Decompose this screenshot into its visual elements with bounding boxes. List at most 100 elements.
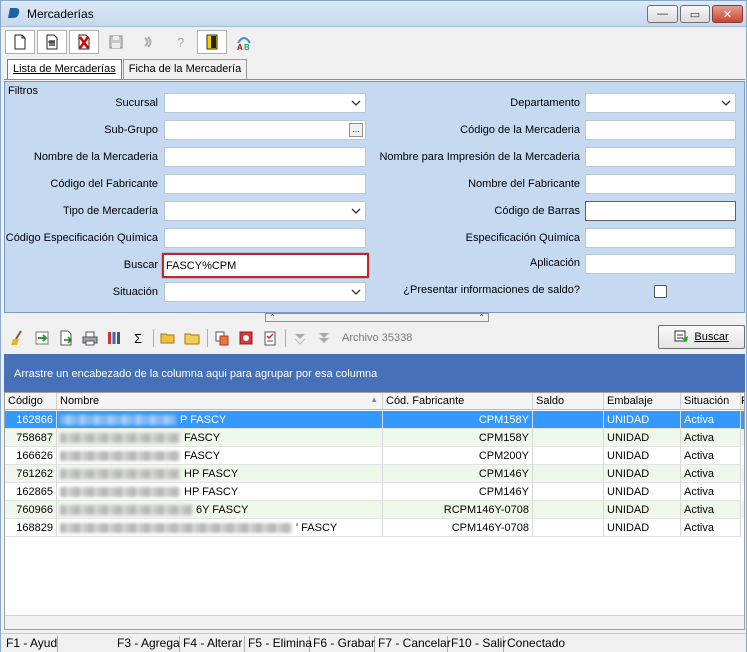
table-row[interactable]: 162866 P FASCY CPM158Y UNIDAD Activa <box>5 411 744 429</box>
column-header-saldo[interactable]: Saldo <box>533 393 604 410</box>
subgrupo-label: Sub-Grupo <box>104 124 158 136</box>
horizontal-scrollbar[interactable] <box>5 615 744 629</box>
main-toolbar: ? AB <box>5 30 259 56</box>
aplicacion-input[interactable] <box>585 254 736 274</box>
codigo-mercaderia-input[interactable] <box>585 120 736 140</box>
column-header-situacion[interactable]: Situación <box>681 393 741 410</box>
codigo-fabricante-input[interactable] <box>164 174 366 194</box>
export-green-icon[interactable] <box>32 328 52 348</box>
save-button[interactable] <box>101 30 131 54</box>
buscar-button[interactable]: Buscar <box>658 325 745 349</box>
situacion-dropdown[interactable] <box>164 282 366 302</box>
cell-codigo-text: 760966 <box>16 504 53 516</box>
maximize-button[interactable]: ▭ <box>680 5 710 23</box>
copy-icon[interactable] <box>212 328 232 348</box>
status-f1-ayuda[interactable]: F1 - Ayud <box>3 636 58 652</box>
save-disk-icon <box>109 35 123 49</box>
title-bar[interactable]: Mercaderías — ▭ ✕ <box>1 1 746 27</box>
spell-check-button[interactable]: AB <box>229 30 259 54</box>
presentar-saldo-label: ¿Presentar informaciones de saldo? <box>403 284 580 296</box>
codigo-barras-label: Código de Barras <box>494 205 580 217</box>
filters-title: Filtros <box>8 85 38 97</box>
nombre-mercaderia-label: Nombre de la Mercaderia <box>33 151 158 163</box>
sum-sigma-icon[interactable]: Σ <box>128 328 148 348</box>
status-f6-grabar[interactable]: F6 - Grabar <box>310 636 375 652</box>
nombre-mercaderia-input[interactable] <box>164 147 366 167</box>
nombre-impresion-input[interactable] <box>585 147 736 167</box>
cell-nombre-text: 6Y FASCY <box>196 504 249 516</box>
refresh-arrows-icon <box>144 36 152 48</box>
nombre-fabricante-label: Nombre del Fabricante <box>468 178 580 190</box>
cell-nombre: FASCY <box>57 447 383 465</box>
cell-fabricante-text: RCPM146Y-0708 <box>443 504 529 516</box>
status-f10-salir[interactable]: F10 - Salir <box>448 636 506 652</box>
status-f7-cancelar[interactable]: F7 - Cancelar <box>375 636 451 652</box>
export-page-icon[interactable] <box>56 328 76 348</box>
cell-saldo <box>533 429 604 447</box>
minimize-button[interactable]: — <box>647 5 678 23</box>
expand-icon[interactable] <box>314 328 334 348</box>
subgrupo-lookup-button[interactable]: ... <box>349 123 363 137</box>
cell-nombre-text: HP FASCY <box>184 468 239 480</box>
cell-codigo-text: 168829 <box>16 522 53 534</box>
minimize-icon: — <box>657 8 668 20</box>
departamento-dropdown[interactable] <box>585 93 736 113</box>
open-folder-icon[interactable] <box>158 328 178 348</box>
cell-codigo-text: 758687 <box>16 432 53 444</box>
table-row[interactable]: 162865 HP FASCY CPM146Y UNIDAD Activa <box>5 483 744 501</box>
checklist-icon[interactable] <box>260 328 280 348</box>
table-row[interactable]: 758687 FASCY CPM158Y UNIDAD Activa <box>5 429 744 447</box>
nombre-impresion-label: Nombre para Impresión de la Mercaderia <box>379 151 580 163</box>
tab-ficha-mercaderia[interactable]: Ficha de la Mercadería <box>122 59 248 79</box>
column-header-nombre[interactable]: Nombre ▲ <box>57 393 383 410</box>
column-header-embalaje[interactable]: Embalaje <box>604 393 681 410</box>
cell-embalaje-text: UNIDAD <box>607 414 650 426</box>
app-logo-icon <box>8 8 20 18</box>
nombre-fabricante-input[interactable] <box>585 174 736 194</box>
table-row[interactable]: 166626 FASCY CPM200Y UNIDAD Activa <box>5 447 744 465</box>
cell-fabricante-text: CPM158Y <box>478 414 529 426</box>
table-row[interactable]: 760966 6Y FASCY RCPM146Y-0708 UNIDAD Activa <box>5 501 744 519</box>
especificacion-quimica-input[interactable] <box>585 228 736 248</box>
status-f3-agregar[interactable]: F3 - Agrega <box>114 636 180 652</box>
help-button[interactable]: ? <box>165 30 195 54</box>
cell-fabricante-text: CPM146Y <box>478 486 529 498</box>
status-f4-alterar[interactable]: F4 - Alterar <box>180 636 245 652</box>
folder-icon[interactable] <box>182 328 202 348</box>
cell-nombre: HP FASCY <box>57 483 383 501</box>
collapse-icon[interactable] <box>290 328 310 348</box>
table-row[interactable]: 168829 ' FASCY CPM146Y-0708 UNIDAD Activa <box>5 519 744 537</box>
cell-nombre-text: FASCY <box>184 450 221 462</box>
svg-text:A: A <box>237 43 243 51</box>
column-header-f[interactable]: F <box>741 393 744 410</box>
table-row[interactable]: 761262 HP FASCY CPM146Y UNIDAD Activa <box>5 465 744 483</box>
buscar-input[interactable]: FASCY%CPM <box>162 253 369 278</box>
record-icon[interactable] <box>236 328 256 348</box>
delete-button[interactable] <box>69 30 99 54</box>
cell-situacion: Activa <box>681 465 741 483</box>
column-header-fabricante[interactable]: Cód. Fabricante <box>383 393 533 410</box>
collapse-up-icon: ⌃ <box>478 313 485 322</box>
exit-button[interactable] <box>197 30 227 54</box>
tab-lista-mercaderias[interactable]: Lista de Mercaderías <box>7 59 122 79</box>
broom-icon[interactable] <box>8 328 28 348</box>
edit-button[interactable] <box>37 30 67 54</box>
panel-splitter[interactable]: ⌃ ⌃ <box>265 313 489 322</box>
subgrupo-input[interactable]: ... <box>164 120 366 140</box>
sucursal-dropdown[interactable] <box>164 93 366 113</box>
refresh-button[interactable] <box>133 30 163 54</box>
print-icon[interactable] <box>80 328 100 348</box>
group-by-area[interactable]: Arrastre un encabezado de la columna aqu… <box>4 354 745 392</box>
close-button[interactable]: ✕ <box>712 5 743 23</box>
column-header-codigo[interactable]: Código <box>5 393 57 410</box>
presentar-saldo-checkbox[interactable] <box>654 285 667 298</box>
codigo-especificacion-quimica-input[interactable] <box>164 228 366 248</box>
codigo-barras-input[interactable] <box>585 201 736 221</box>
status-f5-eliminar[interactable]: F5 - Elimina <box>245 636 312 652</box>
new-button[interactable] <box>5 30 35 54</box>
columns-icon[interactable] <box>104 328 124 348</box>
cell-situacion: Activa <box>681 519 741 537</box>
window-title: Mercaderías <box>27 7 94 21</box>
tab-divider <box>4 79 745 80</box>
tipo-mercaderia-dropdown[interactable] <box>164 201 366 221</box>
